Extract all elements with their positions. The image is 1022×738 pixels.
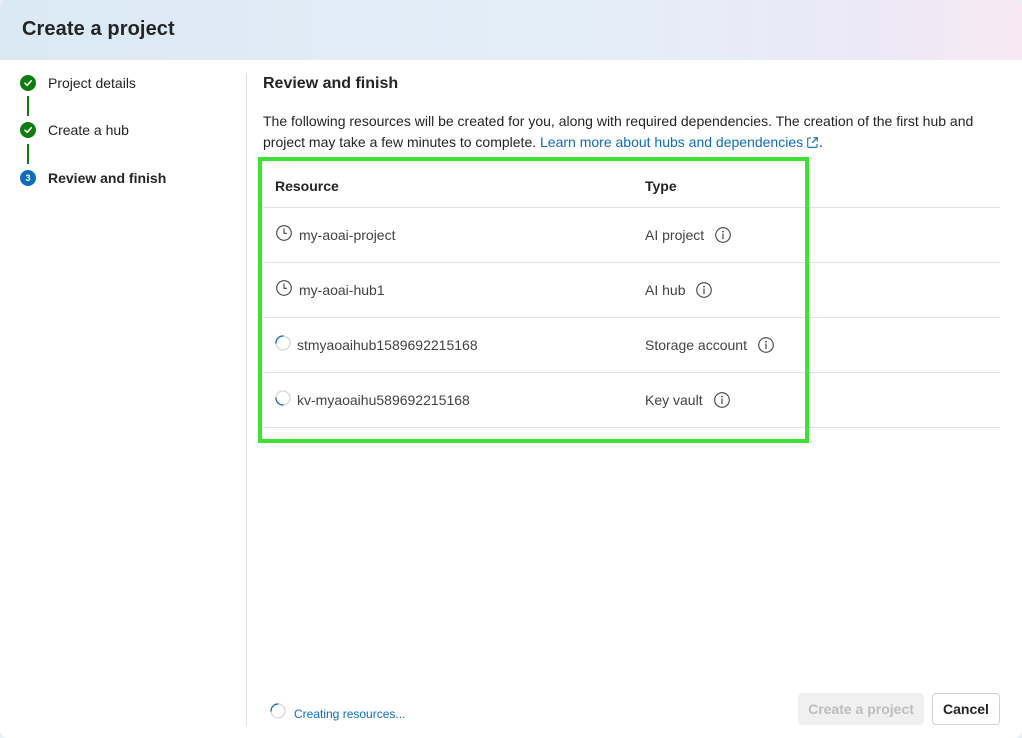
resource-name: my-aoai-project xyxy=(299,227,396,243)
step-label: Project details xyxy=(48,75,136,91)
dialog-title: Create a project xyxy=(22,18,175,40)
checkmark-icon xyxy=(20,122,36,138)
info-icon[interactable] xyxy=(695,281,713,299)
status-text: Creating resources... xyxy=(294,706,406,721)
column-header-type: Type xyxy=(645,178,677,194)
resource-name: my-aoai-hub1 xyxy=(299,282,385,298)
step-number-badge: 3 xyxy=(20,170,36,186)
table-row: stmyaoaihub1589692215168 Storage account xyxy=(263,318,1000,373)
resource-name: stmyaoaihub1589692215168 xyxy=(297,337,478,353)
step-connector xyxy=(27,144,29,164)
table-header: Resource Type xyxy=(263,163,1000,208)
spinner-icon xyxy=(275,389,291,411)
wizard-stepper: Project details Create a hub 3 Review an… xyxy=(0,60,246,738)
table-row: my-aoai-project AI project xyxy=(263,208,1000,263)
step-review-finish[interactable]: 3 Review and finish xyxy=(20,168,166,188)
resource-type: Key vault xyxy=(645,392,703,408)
resource-type: AI project xyxy=(645,227,705,243)
learn-more-link-text: Learn more about hubs and dependencies xyxy=(540,134,804,150)
table-row: my-aoai-hub1 AI hub xyxy=(263,263,1000,318)
info-icon[interactable] xyxy=(714,226,732,244)
resource-type: AI hub xyxy=(645,282,686,298)
vertical-divider xyxy=(246,73,247,726)
step-connector xyxy=(27,96,29,116)
resources-table: Resource Type my-aoai-project AI project… xyxy=(263,163,1000,428)
resource-name: kv-myaoaihu589692215168 xyxy=(297,392,470,408)
external-link-icon xyxy=(806,134,819,155)
step-label: Review and finish xyxy=(48,170,167,186)
create-project-button[interactable]: Create a project xyxy=(798,693,924,725)
learn-more-link[interactable]: Learn more about hubs and dependencies xyxy=(540,134,819,150)
section-description: The following resources will be created … xyxy=(263,111,993,155)
checkmark-icon xyxy=(20,75,36,91)
spinner-icon xyxy=(275,334,291,356)
step-label: Create a hub xyxy=(48,122,129,138)
clock-icon xyxy=(275,224,293,247)
create-project-dialog: Create a project Project details Create … xyxy=(0,0,1022,738)
step-project-details[interactable]: Project details xyxy=(20,73,136,93)
section-title: Review and finish xyxy=(263,75,399,92)
resource-type: Storage account xyxy=(645,337,747,353)
column-header-resource: Resource xyxy=(275,178,339,194)
clock-icon xyxy=(275,279,293,302)
info-icon[interactable] xyxy=(757,336,775,354)
info-icon[interactable] xyxy=(713,391,731,409)
description-suffix: . xyxy=(819,134,823,150)
step-create-hub[interactable]: Create a hub xyxy=(20,120,129,140)
creation-status: Creating resources... xyxy=(270,703,405,724)
spinner-icon xyxy=(270,703,286,724)
dialog-header: Create a project xyxy=(0,0,1022,60)
table-row: kv-myaoaihu589692215168 Key vault xyxy=(263,373,1000,428)
cancel-button[interactable]: Cancel xyxy=(932,693,1000,725)
